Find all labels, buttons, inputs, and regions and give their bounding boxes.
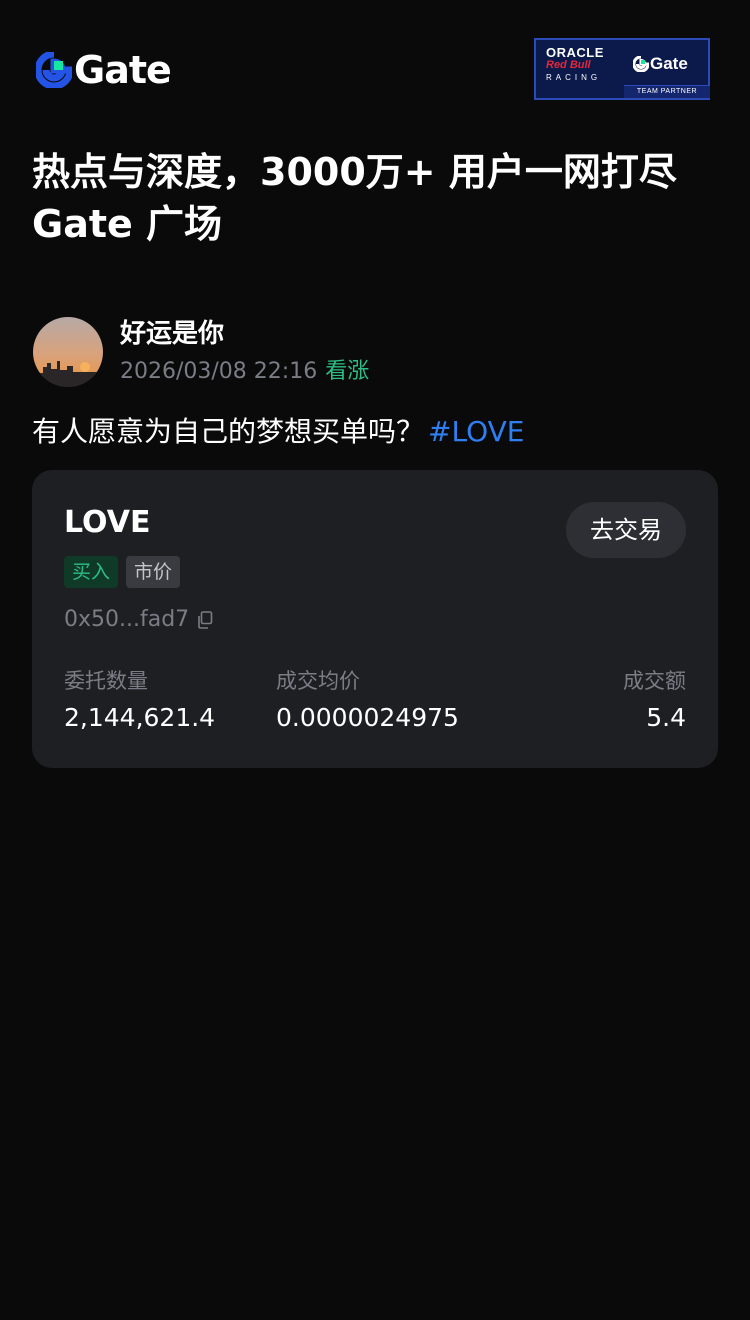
sunset-avatar-icon — [33, 317, 103, 387]
stat-avg-price: 成交均价 0.0000024975 — [276, 666, 459, 736]
stat-order-quantity: 委托数量 2,144,621.4 — [64, 666, 215, 736]
gate-logo[interactable]: Gate — [36, 48, 172, 92]
post-author[interactable]: 好运是你 — [120, 316, 224, 352]
hashtag-link[interactable]: #LOVE — [428, 415, 524, 448]
post-body: 有人愿意为自己的梦想买单吗？ #LOVE — [32, 412, 524, 452]
contract-address-text: 0x50...fad7 — [64, 607, 190, 632]
sentiment-badge: 看涨 — [325, 359, 370, 384]
partner-redbull-text: Red Bull — [546, 59, 591, 71]
copy-icon[interactable] — [197, 611, 213, 629]
partner-gate-text: Gate — [650, 54, 688, 73]
stat-filled-amount: 成交额 5.4 — [623, 666, 686, 736]
post-timestamp: 2026/03/08 22:16 — [120, 359, 318, 384]
partner-gate-logo: Gate — [633, 54, 688, 74]
gate-logo-icon — [36, 52, 72, 88]
stat-value: 5.4 — [646, 703, 686, 732]
go-trade-button[interactable]: 去交易 — [566, 502, 686, 558]
header: Gate ORACLE Red Bull RACING Gate TEAM PA… — [0, 0, 750, 120]
stat-label: 成交额 — [623, 669, 686, 693]
partner-strip-text: TEAM PARTNER — [624, 85, 710, 98]
stat-value: 0.0000024975 — [276, 703, 459, 732]
post-text: 有人愿意为自己的梦想买单吗？ — [32, 415, 425, 448]
gate-logo-text: Gate — [74, 48, 172, 92]
buy-tag: 买入 — [64, 556, 119, 588]
post-meta: 2026/03/08 22:16 看涨 — [120, 356, 369, 388]
team-partner-badge[interactable]: ORACLE Red Bull RACING Gate TEAM PARTNER — [534, 38, 710, 100]
token-name: LOVE — [64, 505, 151, 540]
stat-value: 2,144,621.4 — [64, 703, 216, 732]
partner-oracle-text: ORACLE — [546, 45, 604, 60]
partner-gate-icon — [633, 56, 649, 72]
page-headline: 热点与深度，3000万+ 用户一网打尽 Gate 广场 — [32, 146, 722, 250]
contract-address[interactable]: 0x50...fad7 — [64, 604, 213, 636]
stat-label: 成交均价 — [276, 669, 360, 693]
avatar[interactable] — [33, 317, 103, 387]
headline-line-1: 热点与深度，3000万+ 用户一网打尽 — [32, 150, 677, 194]
stat-label: 委托数量 — [64, 669, 148, 693]
headline-line-2: Gate 广场 — [32, 202, 223, 246]
market-tag: 市价 — [126, 556, 181, 588]
partner-racing-text: RACING — [546, 73, 602, 82]
trade-card[interactable]: LOVE 去交易 买入 市价 0x50...fad7 委托数量 2,144,62… — [32, 470, 718, 768]
order-tags: 买入 市价 — [64, 556, 181, 588]
